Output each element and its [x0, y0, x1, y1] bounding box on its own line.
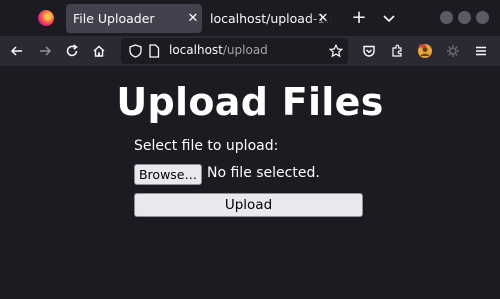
url-text[interactable]: localhost/upload [169, 43, 268, 57]
tab-strip: File Uploader ✕ localhost/upload-1.html … [0, 0, 500, 36]
upload-button[interactable]: Upload [134, 193, 363, 217]
tab-file-uploader[interactable]: File Uploader ✕ [66, 4, 202, 33]
tab-title: File Uploader [73, 11, 155, 26]
list-all-tabs-chevron-down-icon[interactable] [382, 11, 396, 25]
pocket-icon[interactable] [360, 42, 378, 60]
profile-avatar-icon[interactable] [416, 42, 434, 60]
page-content: Upload Files Select file to upload: Brow… [0, 66, 500, 299]
maximize-window-button[interactable] [458, 11, 471, 24]
firefox-icon[interactable] [38, 10, 54, 26]
file-status-text: No file selected. [207, 165, 320, 181]
url-bar[interactable]: localhost/upload [121, 38, 348, 64]
shield-icon[interactable] [129, 44, 142, 58]
extension-settings-icon[interactable] [444, 42, 462, 60]
close-window-button[interactable] [476, 11, 489, 24]
browse-button[interactable]: Browse… [134, 164, 202, 185]
page-heading: Upload Files [116, 80, 384, 124]
hamburger-menu-icon[interactable] [472, 42, 490, 60]
select-file-label: Select file to upload: [134, 138, 279, 154]
back-arrow-icon[interactable] [8, 42, 26, 60]
page-info-icon[interactable] [148, 44, 160, 58]
reload-icon[interactable] [63, 42, 81, 60]
url-path: /upload [222, 43, 268, 57]
minimize-window-button[interactable] [440, 11, 453, 24]
close-tab-icon[interactable]: ✕ [314, 11, 332, 26]
new-tab-plus-icon[interactable]: + [350, 8, 368, 28]
extensions-puzzle-icon[interactable] [388, 42, 406, 60]
close-tab-icon[interactable]: ✕ [184, 11, 202, 26]
home-icon[interactable] [90, 42, 108, 60]
tab-upload-1[interactable]: localhost/upload-1.html ✕ [210, 4, 332, 33]
bookmark-star-icon[interactable] [329, 44, 343, 58]
url-host: localhost [169, 43, 223, 57]
forward-arrow-icon[interactable] [36, 42, 54, 60]
